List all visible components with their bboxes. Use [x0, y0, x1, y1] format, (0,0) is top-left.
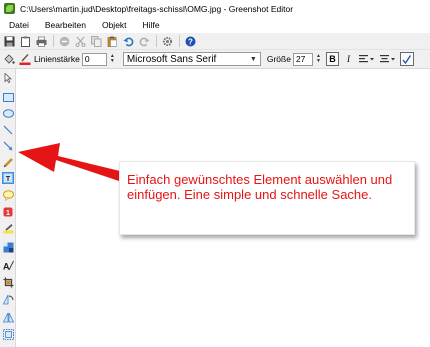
arrow-icon [3, 141, 13, 151]
svg-text:1: 1 [6, 210, 10, 217]
line-width-label: Linienstärke [34, 54, 80, 64]
chevron-down-icon: ▼ [249, 55, 257, 63]
rotate-ccw-tool-button[interactable] [2, 311, 14, 323]
print-icon [36, 36, 46, 47]
font-size-value: 27 [295, 54, 306, 64]
menu-bearbeiten[interactable]: Bearbeiten [43, 20, 88, 30]
help-icon: ? [185, 36, 195, 46]
paste-icon [107, 36, 117, 47]
paste-button[interactable] [105, 34, 119, 48]
select-tool-button[interactable] [2, 72, 14, 84]
annotation-text: Einfach gewünschtes Element auswählen un… [127, 172, 393, 202]
highlight-tool-button[interactable] [2, 223, 14, 235]
text-tool-button[interactable]: T [2, 172, 14, 184]
rotate-cw-tool-button[interactable] [2, 293, 14, 305]
resize-icon: A [3, 260, 14, 271]
font-size-spin-arrows[interactable]: ▲ ▼ [314, 53, 323, 66]
font-family-select[interactable]: Microsoft Sans Serif ▼ [122, 52, 261, 66]
obfuscate-tool-button[interactable] [2, 241, 14, 253]
cut-icon [75, 36, 85, 47]
checkmark-icon [402, 54, 412, 64]
line-width-stepper[interactable]: 0 [81, 52, 107, 66]
speechbubble-tool-button[interactable] [2, 189, 14, 201]
pencil-icon [3, 157, 13, 167]
rotate-cw-icon [2, 294, 13, 304]
text-box-icon: T [3, 173, 13, 183]
undo-icon [123, 37, 133, 46]
menu-bar: Datei Bearbeiten Objekt Hilfe [0, 17, 430, 32]
arrow-tool-button[interactable] [2, 140, 14, 152]
align-middle-icon [379, 55, 395, 63]
redo-button[interactable] [137, 34, 151, 48]
print-button[interactable] [34, 34, 48, 48]
greenshot-logo-icon [4, 3, 15, 14]
copy-icon [90, 35, 101, 47]
font-family-value: Microsoft Sans Serif [126, 53, 217, 65]
save-button[interactable] [2, 34, 16, 48]
menu-objekt[interactable]: Objekt [100, 20, 129, 30]
line-color-button[interactable] [18, 52, 32, 66]
svg-text:?: ? [188, 37, 193, 46]
fill-color-button[interactable] [2, 52, 16, 66]
cut-button[interactable] [73, 34, 87, 48]
settings-button[interactable] [160, 34, 174, 48]
counter-icon: 1 [3, 207, 13, 217]
main-toolbar: ? [0, 33, 430, 50]
italic-button[interactable]: I [342, 52, 355, 66]
toolbar-separator [53, 35, 54, 47]
highlighter-icon [3, 223, 13, 233]
font-size-stepper[interactable]: 27 [292, 52, 313, 66]
delete-icon [59, 36, 69, 46]
pen-color-icon [19, 54, 31, 65]
help-button[interactable]: ? [183, 34, 197, 48]
border-icon [2, 328, 14, 340]
undo-button[interactable] [121, 34, 135, 48]
settings-icon [162, 36, 172, 46]
save-icon [4, 36, 14, 46]
line-width-value: 0 [84, 54, 90, 64]
annotation-textbox[interactable]: Einfach gewünschtes Element auswählen un… [119, 161, 415, 235]
vertical-align-dropdown[interactable] [379, 52, 397, 66]
rectangle-tool-button[interactable] [2, 91, 14, 103]
line-icon [3, 125, 13, 135]
properties-toolbar: Linienstärke 0 ▲ ▼ Microsoft Sans Serif ▼… [0, 50, 430, 69]
cursor-icon [4, 73, 13, 83]
delete-button[interactable] [57, 34, 71, 48]
resize-tool-button[interactable]: A [2, 259, 14, 271]
bold-button[interactable]: B [325, 52, 339, 66]
obfuscate-icon [3, 242, 13, 252]
italic-label: I [346, 54, 350, 64]
window-title: C:\Users\martin.jud\Desktop\freitags-sch… [20, 3, 294, 14]
counter-tool-button[interactable]: 1 [2, 206, 14, 218]
line-width-spin-arrows[interactable]: ▲ ▼ [108, 53, 117, 66]
rectangle-icon [2, 92, 14, 102]
redo-icon [139, 37, 149, 46]
toolbar-separator [179, 35, 180, 47]
menu-hilfe[interactable]: Hilfe [141, 20, 162, 30]
confirm-button[interactable] [399, 52, 414, 66]
bold-label: B [329, 54, 336, 64]
toolbar-separator [156, 35, 157, 47]
fill-bucket-icon [4, 54, 15, 64]
menu-datei[interactable]: Datei [7, 20, 31, 30]
align-left-icon [358, 55, 374, 63]
ellipse-tool-button[interactable] [2, 107, 14, 119]
horizontal-align-dropdown[interactable] [358, 52, 376, 66]
copy-button[interactable] [89, 34, 103, 48]
crop-icon [3, 277, 13, 287]
speech-bubble-icon [2, 189, 14, 201]
crop-tool-button[interactable] [2, 276, 14, 288]
ellipse-icon [2, 108, 14, 118]
freehand-tool-button[interactable] [2, 156, 14, 168]
svg-text:T: T [6, 176, 11, 183]
clipboard-icon [20, 36, 30, 47]
border-tool-button[interactable] [2, 328, 14, 340]
rotate-ccw-icon [2, 312, 14, 322]
title-bar: C:\Users\martin.jud\Desktop\freitags-sch… [0, 0, 430, 17]
font-size-label: Größe [266, 54, 291, 64]
line-tool-button[interactable] [2, 124, 14, 136]
tools-toolbar: T 1 A [0, 69, 16, 347]
clipboard-button[interactable] [18, 34, 32, 48]
